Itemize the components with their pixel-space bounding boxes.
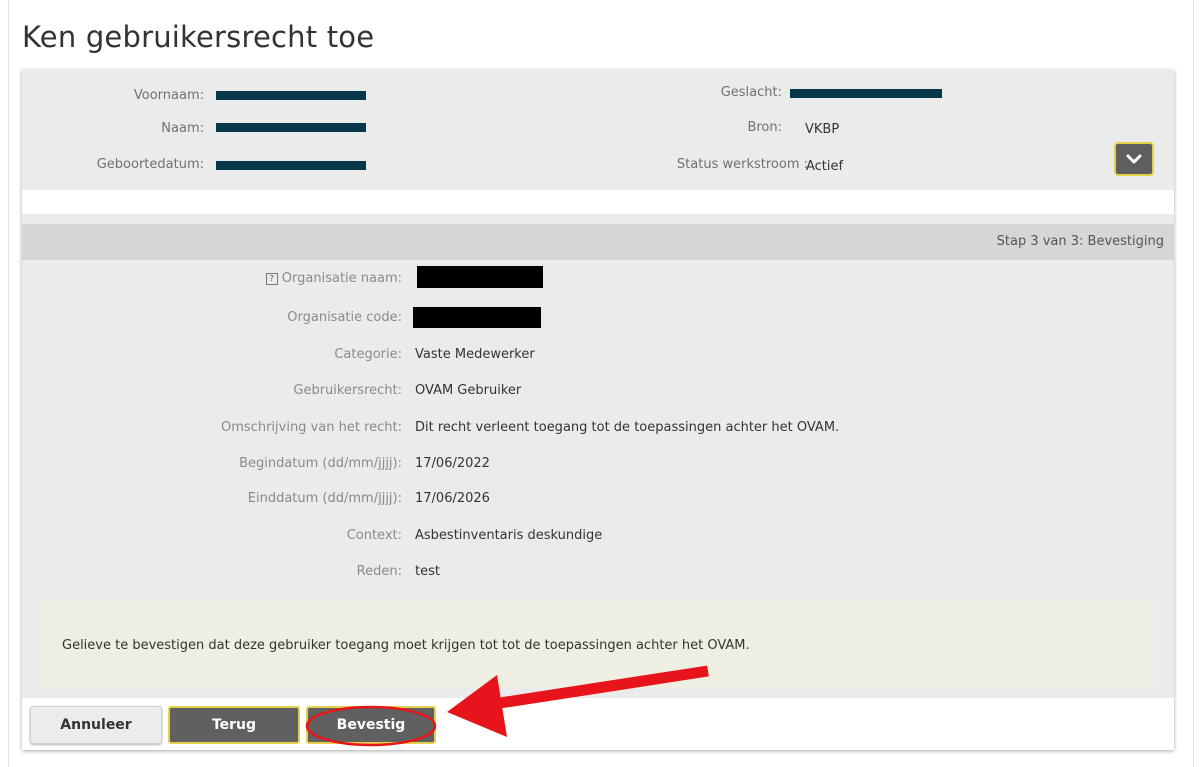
last-name-label: Naam:: [161, 121, 204, 136]
birthdate-label: Geboortedatum:: [96, 157, 204, 172]
category-label: Categorie:: [334, 347, 402, 362]
category-value: Vaste Medewerker: [415, 347, 535, 362]
workflow-status-label: Status werkstroom :: [676, 157, 808, 172]
reason-label: Reden:: [356, 564, 402, 579]
page-title: Ken gebruikersrecht toe: [22, 20, 375, 54]
source-label: Bron:: [747, 120, 782, 135]
user-right-label: Gebruikersrecht:: [293, 383, 402, 398]
context-row: Context: Asbestinventaris deskundige: [22, 528, 1174, 548]
reason-value: test: [415, 564, 440, 579]
source-value: VKBP: [805, 122, 840, 137]
confirm-button[interactable]: Bevestig: [306, 706, 436, 744]
end-date-value: 17/06/2026: [415, 491, 490, 506]
confirmation-details: ? Organisatie naam: Organisatie code: Cat…: [22, 260, 1174, 698]
description-row: Omschrijving van het recht: Dit recht ve…: [22, 420, 1174, 440]
back-button[interactable]: Terug: [168, 706, 300, 744]
expand-person-button[interactable]: [1114, 142, 1154, 176]
step-indicator: Stap 3 van 3: Bevestiging: [996, 234, 1164, 249]
reason-row: Reden: test: [22, 564, 1174, 584]
first-name-label: Voornaam:: [133, 88, 204, 103]
confirmation-notice-text: Gelieve te bevestigen dat deze gebruiker…: [62, 638, 750, 653]
person-summary-panel: Voornaam: Naam: Geboortedatum: Geslacht:…: [22, 70, 1174, 190]
grant-right-card: Voornaam: Naam: Geboortedatum: Geslacht:…: [22, 70, 1174, 750]
org-code-label: Organisatie code:: [287, 310, 402, 325]
context-value: Asbestinventaris deskundige: [415, 528, 603, 543]
gender-label: Geslacht:: [720, 85, 782, 100]
last-name-redacted: [216, 123, 366, 132]
context-label: Context:: [346, 528, 402, 543]
help-icon[interactable]: ?: [265, 273, 278, 285]
birthdate-redacted: [216, 161, 366, 170]
category-row: Categorie: Vaste Medewerker: [22, 347, 1174, 367]
confirmation-notice: Gelieve te bevestigen dat deze gebruiker…: [40, 600, 1154, 688]
user-right-row: Gebruikersrecht: OVAM Gebruiker: [22, 383, 1174, 403]
workflow-status-value: Actief: [806, 159, 844, 174]
end-date-label: Einddatum (dd/mm/jjjj):: [247, 491, 402, 506]
user-right-value: OVAM Gebruiker: [415, 383, 522, 398]
org-code-redacted: [413, 307, 541, 328]
end-date-row: Einddatum (dd/mm/jjjj): 17/06/2026: [22, 491, 1174, 511]
panel-separator: [22, 190, 1174, 214]
panel-separator-band: [22, 214, 1174, 224]
org-name-label-text: Organisatie naam:: [281, 271, 402, 286]
org-code-row: Organisatie code:: [22, 307, 1174, 330]
org-name-redacted: [417, 266, 543, 288]
start-date-value: 17/06/2022: [415, 456, 490, 471]
org-name-row: ? Organisatie naam:: [22, 266, 1174, 291]
step-indicator-bar: Stap 3 van 3: Bevestiging: [22, 224, 1174, 260]
chevron-down-icon: [1126, 154, 1142, 164]
gender-redacted: [790, 89, 942, 98]
description-label: Omschrijving van het recht:: [221, 420, 402, 435]
org-name-label: ? Organisatie naam:: [265, 271, 402, 286]
description-value: Dit recht verleent toegang tot de toepas…: [415, 420, 840, 435]
cancel-button[interactable]: Annuleer: [30, 706, 162, 744]
first-name-redacted: [216, 91, 366, 100]
start-date-row: Begindatum (dd/mm/jjjj): 17/06/2022: [22, 456, 1174, 476]
start-date-label: Begindatum (dd/mm/jjjj):: [239, 456, 402, 471]
